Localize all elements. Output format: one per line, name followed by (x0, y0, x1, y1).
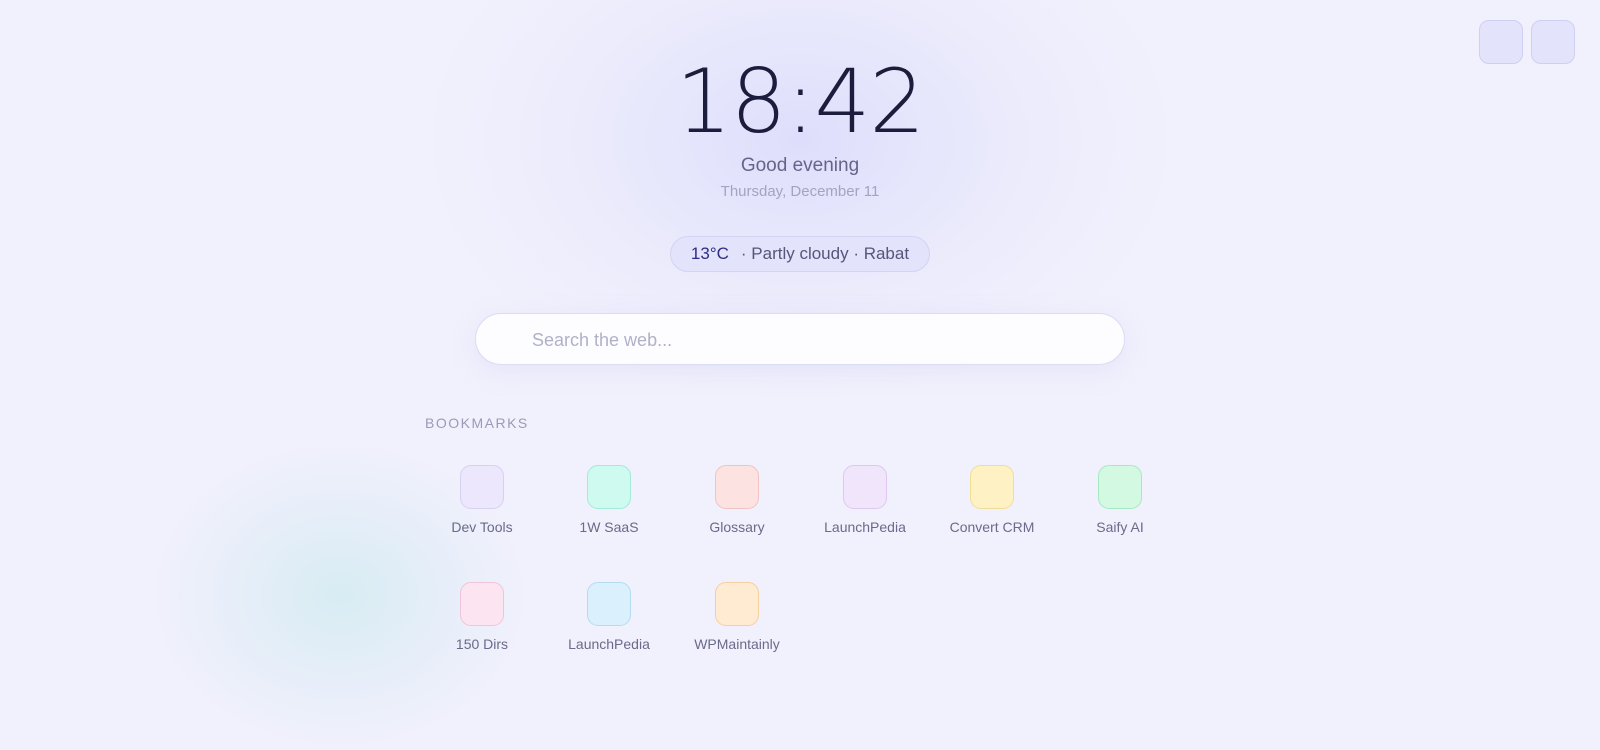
bookmark-launchpedia-2[interactable]: LaunchPedia (544, 582, 674, 652)
search-bar (475, 313, 1125, 366)
bookmark-icon (587, 465, 631, 509)
bookmark-label: 1W SaaS (579, 519, 639, 535)
bookmark-icon (715, 582, 759, 626)
bookmark-label: LaunchPedia (824, 519, 906, 535)
bookmark-icon (970, 465, 1014, 509)
bookmark-label: WPMaintainly (694, 636, 780, 652)
bookmark-label: Convert CRM (949, 519, 1035, 535)
bookmark-wpmaintainly[interactable]: WPMaintainly (672, 582, 802, 652)
bookmark-icon (715, 465, 759, 509)
bookmarks-heading: BOOKMARKS (425, 415, 529, 431)
bookmark-label: LaunchPedia (568, 636, 650, 652)
greeting-text: Good evening (740, 155, 860, 176)
bookmark-icon (460, 582, 504, 626)
bookmark-icon (843, 465, 887, 509)
clock-time: 18:42 (675, 50, 926, 153)
weather-pill: 13°C · Partly cloudy · Rabat (670, 236, 930, 272)
bookmark-glossary[interactable]: Glossary (672, 465, 802, 535)
bookmark-label: Glossary (709, 519, 765, 535)
bookmark-label: 150 Dirs (455, 636, 509, 652)
bookmark-icon (587, 582, 631, 626)
bookmark-dev-tools[interactable]: Dev Tools (417, 465, 547, 535)
bookmark-150-dirs[interactable]: 150 Dirs (417, 582, 547, 652)
bookmark-launchpedia[interactable]: LaunchPedia (800, 465, 930, 535)
bookmark-1w-saas[interactable]: 1W SaaS (544, 465, 674, 535)
bookmark-label: Dev Tools (451, 519, 513, 535)
bookmark-icon (1098, 465, 1142, 509)
weather-details: · Partly cloudy · Rabat (740, 244, 910, 263)
bookmark-convert-crm[interactable]: Convert CRM (927, 465, 1057, 535)
weather-temperature: 13°C (690, 244, 729, 263)
bookmark-saify-ai[interactable]: Saify AI (1055, 465, 1185, 535)
search-input[interactable] (530, 314, 1094, 366)
bookmark-label: Saify AI (1096, 519, 1144, 535)
bookmark-icon (460, 465, 504, 509)
date-text: Thursday, December 11 (720, 183, 880, 200)
